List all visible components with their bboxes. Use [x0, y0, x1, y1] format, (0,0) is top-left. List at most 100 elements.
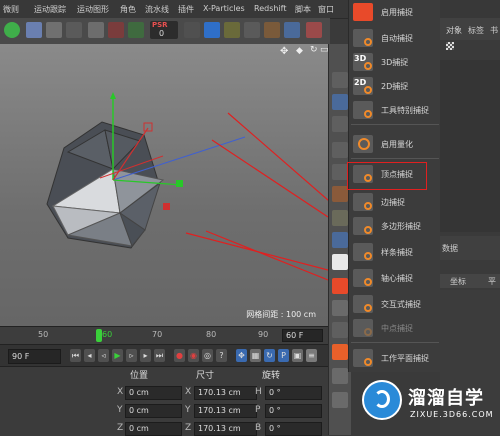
- menu-objects[interactable]: 对象: [446, 25, 462, 36]
- snap-magnet-icon[interactable]: [332, 278, 348, 294]
- menu-item-midpoint-snap[interactable]: 中点捕捉: [349, 318, 441, 338]
- model-mode-icon[interactable]: [332, 142, 348, 158]
- texture-mode-icon[interactable]: [332, 164, 348, 180]
- go-end-icon[interactable]: ⏭: [154, 349, 165, 362]
- axis-lock-icon[interactable]: [128, 22, 144, 38]
- viewport[interactable]: 网格间距 : 100 cm: [0, 44, 328, 326]
- size-z-field[interactable]: 170.13 cm: [194, 422, 257, 436]
- brush-icon[interactable]: [332, 392, 348, 408]
- menu-tags[interactable]: 标签: [468, 25, 484, 36]
- tab-plane[interactable]: 平: [488, 276, 496, 287]
- menu-item[interactable]: 运动跟踪: [34, 4, 66, 15]
- scene-icon[interactable]: [284, 22, 300, 38]
- menu-item[interactable]: 脚本: [295, 4, 311, 15]
- playback-bar: 90 F ⏮ ◂ ◃ ▶ ▹ ▸ ⏭ ● ◉ ◎ ? ✥ ▦ ↻ P ▣ ≡: [0, 344, 328, 367]
- polygons-mode-icon[interactable]: [332, 116, 348, 132]
- edge-snap-icon: [353, 193, 373, 211]
- rotation-p-field[interactable]: 0 °: [265, 404, 322, 418]
- menu-item[interactable]: Redshift: [254, 4, 286, 13]
- menu-item-2d-snap[interactable]: 2D 2D捕捉: [349, 76, 441, 96]
- position-z-field[interactable]: 0 cm: [125, 422, 182, 436]
- menu-item[interactable]: 插件: [178, 4, 194, 15]
- keyframe-rotation-icon[interactable]: ↻: [264, 349, 275, 362]
- size-x-field[interactable]: 170.13 cm: [194, 386, 257, 400]
- timeline[interactable]: 50 60 70 80 90 60 F: [0, 326, 328, 345]
- menu-item-3d-snap[interactable]: 3D 3D捕捉: [349, 52, 441, 72]
- camera-icon[interactable]: [66, 22, 82, 38]
- zoom-view-icon[interactable]: ◆: [296, 46, 303, 56]
- axis-label: B: [255, 423, 262, 433]
- edit-render-icon[interactable]: [26, 22, 42, 38]
- keyframe-pla-icon[interactable]: ▣: [292, 349, 303, 362]
- menu-item-spline-snap[interactable]: 样条捕捉: [349, 242, 441, 262]
- keyframe-param-icon[interactable]: P: [278, 349, 289, 362]
- position-x-field[interactable]: 0 cm: [125, 386, 182, 400]
- move-view-icon[interactable]: ✥: [280, 46, 288, 57]
- rotation-h-field[interactable]: 0 °: [265, 386, 322, 400]
- menu-item-edge-snap[interactable]: 边捕捉: [349, 192, 441, 212]
- cube-primitive-icon[interactable]: [204, 22, 220, 38]
- play-icon[interactable]: ▶: [112, 349, 123, 362]
- cube-icon[interactable]: [184, 22, 200, 38]
- end-frame-field[interactable]: 60 F: [282, 329, 323, 342]
- keyframe-position-icon[interactable]: ✥: [236, 349, 247, 362]
- axis-tool-icon[interactable]: [332, 210, 348, 226]
- sculpt-icon[interactable]: [332, 368, 348, 384]
- lightbulb-icon[interactable]: [88, 22, 104, 38]
- psr-badge[interactable]: PSR 0: [150, 21, 178, 39]
- menu-item[interactable]: 运动图形: [77, 4, 109, 15]
- viewport-scene: [46, 92, 328, 281]
- icosahedron[interactable]: [46, 121, 165, 249]
- keyframe-icon[interactable]: ◎: [202, 349, 213, 362]
- checker-icon: [446, 42, 454, 50]
- film-icon[interactable]: [46, 22, 62, 38]
- deformer-icon[interactable]: [264, 22, 280, 38]
- menu-item-enable-snap[interactable]: 启用捕捉: [349, 2, 441, 22]
- menu-item-workplane-snap[interactable]: 工作平面捕捉: [349, 348, 441, 368]
- object-list[interactable]: [440, 60, 500, 232]
- edges-mode-icon[interactable]: [332, 94, 348, 110]
- menu-bookmarks[interactable]: 书: [490, 25, 498, 36]
- menu-item[interactable]: 微则: [3, 4, 19, 15]
- menu-item-tool-snap[interactable]: 工具特别捕捉: [349, 100, 441, 120]
- sphere-icon[interactable]: [306, 22, 322, 38]
- frame-field[interactable]: 90 F: [8, 349, 61, 364]
- menu-item-axis-snap[interactable]: 轴心捕捉: [349, 268, 441, 288]
- grid-icon[interactable]: [332, 300, 348, 316]
- next-frame-icon[interactable]: ▹: [126, 349, 137, 362]
- menu-item[interactable]: 窗口: [318, 4, 334, 15]
- render-icon[interactable]: [4, 22, 20, 38]
- tweak-icon[interactable]: [332, 232, 348, 248]
- menu-item[interactable]: 流水线: [145, 4, 169, 15]
- next-key-icon[interactable]: ▸: [140, 349, 151, 362]
- prev-key-icon[interactable]: ◂: [84, 349, 95, 362]
- attributes-header: 数据: [440, 236, 500, 260]
- tab-coordinates[interactable]: 坐标: [450, 276, 466, 287]
- timeline-menu-icon[interactable]: ≡: [306, 349, 317, 362]
- pen-icon[interactable]: [224, 22, 240, 38]
- menu-item[interactable]: X-Particles: [203, 4, 245, 13]
- menu-item-quantize[interactable]: 启用量化: [349, 134, 441, 154]
- position-y-field[interactable]: 0 cm: [125, 404, 182, 418]
- menu-item[interactable]: 角色: [120, 4, 136, 15]
- points-mode-icon[interactable]: [332, 72, 348, 88]
- axis-label: P: [255, 405, 261, 415]
- workplane-snap-icon[interactable]: [332, 344, 348, 360]
- menu-item-polygon-snap[interactable]: 多边形捕捉: [349, 216, 441, 236]
- lock-icon[interactable]: [332, 322, 348, 338]
- rotate-view-icon[interactable]: ↻: [310, 45, 318, 55]
- solo-icon[interactable]: [332, 254, 348, 270]
- help-icon[interactable]: ?: [216, 349, 227, 362]
- rotation-b-field[interactable]: 0 °: [265, 422, 322, 436]
- prev-frame-icon[interactable]: ◃: [98, 349, 109, 362]
- workplane-icon[interactable]: [332, 186, 348, 202]
- menu-item-auto-snap[interactable]: 自动捕捉: [349, 28, 441, 48]
- record-icon[interactable]: ●: [174, 349, 185, 362]
- go-start-icon[interactable]: ⏮: [70, 349, 81, 362]
- keyframe-scale-icon[interactable]: ▦: [250, 349, 261, 362]
- size-y-field[interactable]: 170.13 cm: [194, 404, 257, 418]
- auto-key-icon[interactable]: ◉: [188, 349, 199, 362]
- subdivision-icon[interactable]: [244, 22, 260, 38]
- move-x-icon[interactable]: [108, 22, 124, 38]
- menu-item-interactive-snap[interactable]: 交互式捕捉: [349, 294, 441, 314]
